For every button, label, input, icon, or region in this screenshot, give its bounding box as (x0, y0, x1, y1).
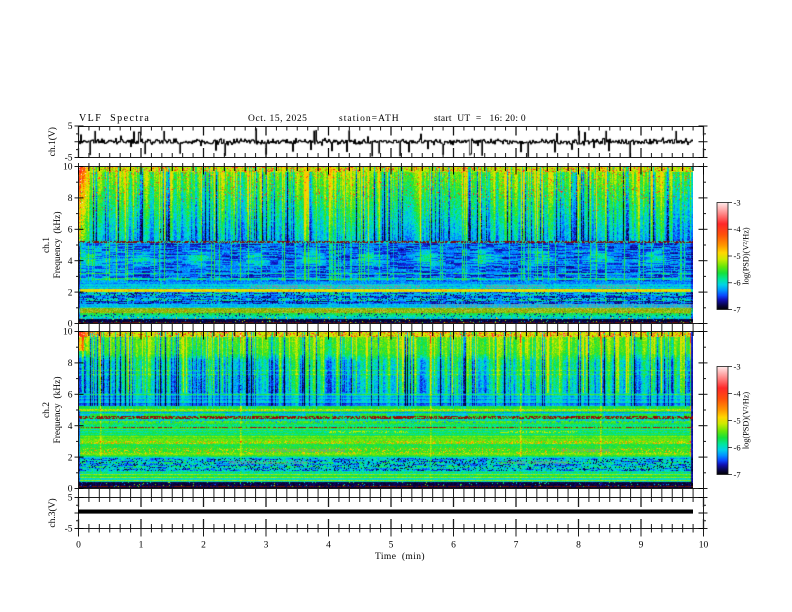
svg-text:log(PSD)(V²/Hz): log(PSD)(V²/Hz) (742, 392, 751, 450)
svg-text:-5: -5 (734, 415, 741, 425)
svg-text:4: 4 (326, 541, 331, 551)
svg-text:ch.1(V): ch.1(V) (47, 127, 58, 156)
svg-text:Frequency (kHz): Frequency (kHz) (52, 376, 63, 443)
svg-text:station=ATH: station=ATH (339, 114, 400, 124)
svg-text:-5: -5 (734, 251, 741, 261)
svg-text:0: 0 (68, 485, 73, 495)
svg-text:10: 10 (63, 328, 73, 338)
svg-text:5: 5 (68, 122, 73, 132)
svg-text:10: 10 (63, 163, 73, 173)
svg-text:-7: -7 (734, 469, 741, 479)
svg-text:VLF Spectra: VLF Spectra (79, 113, 150, 124)
svg-text:2: 2 (201, 541, 206, 551)
svg-text:6: 6 (451, 541, 456, 551)
svg-text:start UT = 16: 20: 0: start UT = 16: 20: 0 (434, 114, 526, 124)
svg-text:ch.2: ch.2 (42, 402, 52, 418)
svg-text:2: 2 (68, 453, 73, 463)
svg-text:-5: -5 (65, 525, 73, 535)
svg-text:-6: -6 (734, 442, 741, 452)
svg-text:7: 7 (514, 541, 519, 551)
svg-text:-6: -6 (734, 278, 741, 288)
svg-text:8: 8 (68, 194, 73, 204)
svg-text:10: 10 (699, 541, 709, 551)
svg-text:5: 5 (68, 494, 73, 504)
svg-text:2: 2 (68, 288, 73, 298)
svg-text:Frequency (kHz): Frequency (kHz) (52, 211, 63, 278)
svg-text:ch.3(V): ch.3(V) (47, 498, 58, 527)
svg-text:1: 1 (139, 541, 144, 551)
svg-text:5: 5 (389, 541, 394, 551)
svg-text:4: 4 (68, 257, 73, 267)
svg-text:Oct. 15, 2025: Oct. 15, 2025 (248, 114, 308, 124)
svg-text:-4: -4 (734, 388, 742, 398)
svg-text:4: 4 (68, 422, 73, 432)
svg-text:log(PSD)(V²/Hz): log(PSD)(V²/Hz) (742, 227, 751, 285)
svg-text:9: 9 (639, 541, 644, 551)
svg-text:ch.1: ch.1 (42, 237, 52, 253)
svg-text:8: 8 (68, 359, 73, 369)
svg-text:6: 6 (68, 226, 73, 236)
svg-text:Time (min): Time (min) (375, 551, 425, 562)
svg-text:-7: -7 (734, 304, 741, 314)
svg-text:-3: -3 (734, 197, 741, 207)
svg-text:0: 0 (76, 541, 81, 551)
svg-text:8: 8 (576, 541, 581, 551)
svg-text:-3: -3 (734, 361, 741, 371)
svg-text:-4: -4 (734, 224, 742, 234)
svg-text:6: 6 (68, 391, 73, 401)
svg-text:3: 3 (264, 541, 269, 551)
